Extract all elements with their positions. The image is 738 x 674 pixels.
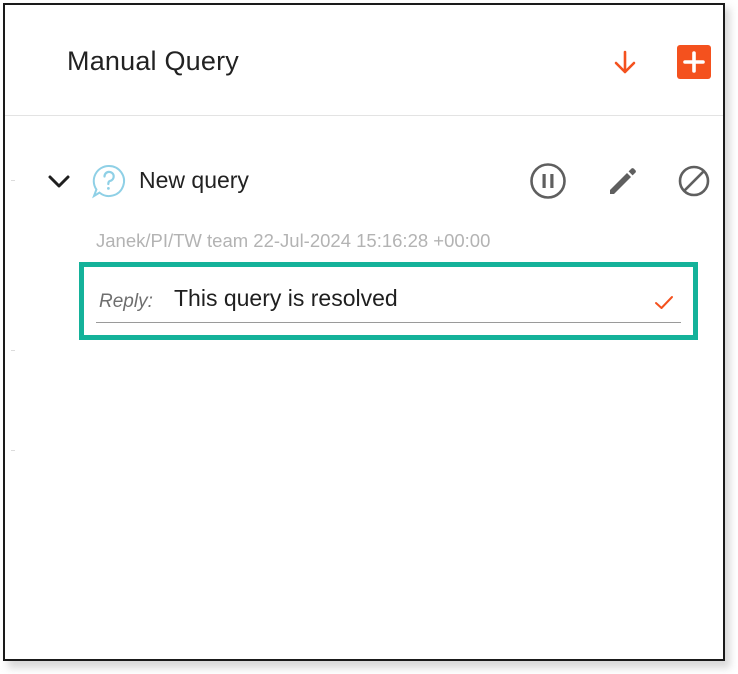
divider (11, 450, 15, 451)
reply-input[interactable] (174, 282, 644, 314)
panel-header: Manual Query (5, 5, 723, 116)
collapse-query-button[interactable] (45, 168, 73, 196)
block-icon (678, 165, 710, 197)
edit-query-button[interactable] (604, 164, 640, 200)
reply-label: Reply: (99, 291, 153, 312)
question-circle-icon (91, 163, 127, 199)
plus-icon (683, 51, 705, 73)
divider (11, 350, 15, 351)
query-title: New query (139, 167, 249, 193)
block-query-button[interactable] (676, 163, 712, 199)
divider (11, 180, 15, 181)
confirm-reply-button[interactable] (652, 293, 676, 313)
pause-circle-icon (530, 163, 566, 199)
arrow-down-icon (614, 50, 636, 74)
add-query-button[interactable] (677, 45, 711, 79)
manual-query-panel: Manual Query New query Janek/PI/TW team … (3, 3, 725, 661)
download-button[interactable] (611, 48, 639, 78)
reply-field: Reply: (79, 262, 698, 340)
check-icon (655, 296, 673, 309)
pause-query-button[interactable] (528, 161, 568, 201)
query-meta: Janek/PI/TW team 22-Jul-2024 15:16:28 +0… (96, 230, 491, 251)
chevron-down-icon (48, 175, 70, 188)
panel-title: Manual Query (67, 46, 239, 76)
reply-underline (96, 322, 681, 323)
pencil-icon (610, 168, 636, 194)
